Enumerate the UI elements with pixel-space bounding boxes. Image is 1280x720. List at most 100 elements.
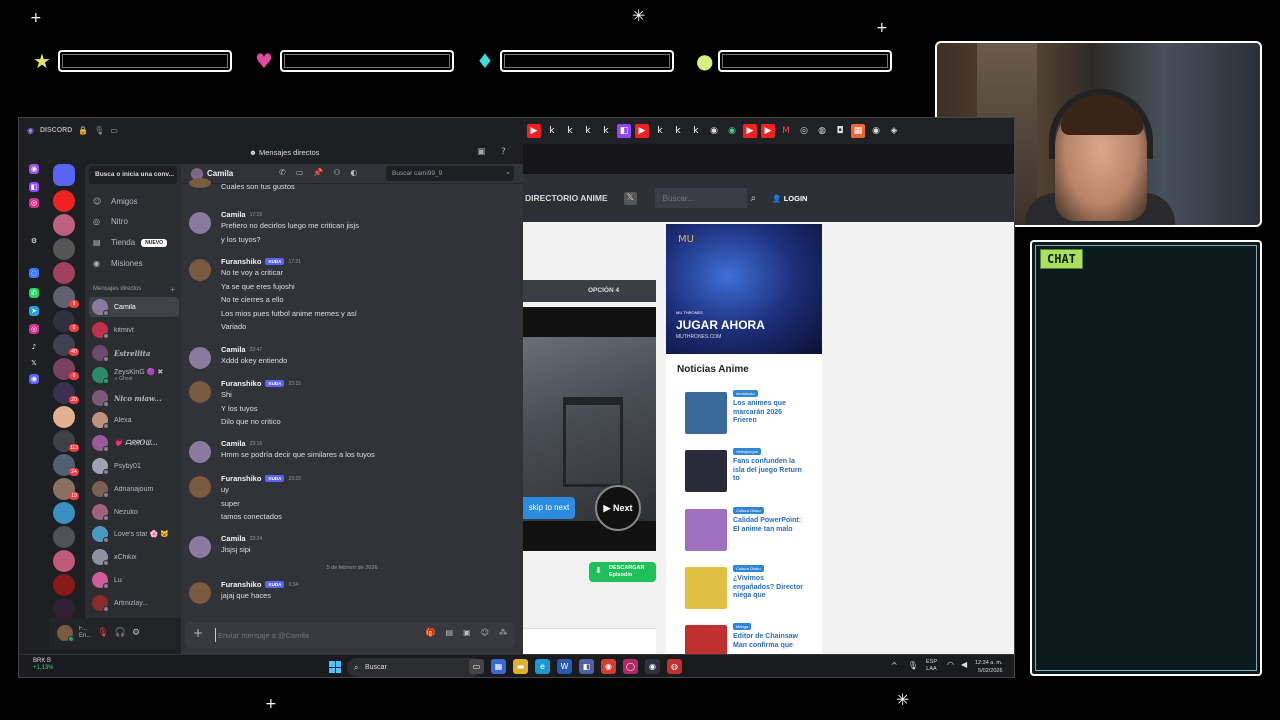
x-social-icon[interactable]: 𝕏 (623, 191, 637, 205)
avatar[interactable] (57, 625, 74, 642)
headphones-icon[interactable]: 🎧 (115, 628, 126, 638)
file-explorer-icon[interactable]: ▬ (513, 659, 528, 674)
taskbar-search[interactable]: ⌕ Buscar (347, 658, 481, 677)
tiktok-icon[interactable]: ♪ (29, 342, 39, 352)
kick-tab-icon[interactable]: k (545, 124, 559, 138)
news-item[interactable]: demoboku Los animes que marcarán 2026 Fr… (680, 387, 810, 437)
mic-icon[interactable]: 🎙 (908, 661, 918, 670)
chat-message[interactable]: Camila 23:24 Jisjsj sipi (189, 534, 519, 560)
server-icon[interactable]: 24 (53, 454, 79, 476)
youtube-tab-icon[interactable]: ▶ (635, 124, 649, 138)
dm-item[interactable]: xChikix (89, 547, 179, 567)
chat-message[interactable]: Furanshiko KUDA 17:21 No te voy a critic… (189, 257, 519, 337)
chevron-up-icon[interactable]: ^ (891, 661, 898, 670)
app-icon[interactable]: ◯ (623, 659, 638, 674)
tab-icon[interactable]: ◎ (797, 124, 811, 138)
obs-icon[interactable]: ◉ (645, 659, 660, 674)
chat-message[interactable]: Furanshiko KUDA 23:15 Shi Y los tuyos Di… (189, 379, 519, 431)
dm-item[interactable]: Estrellita (89, 343, 179, 363)
news-title[interactable]: Los animes que marcarán 2026 Frieren (733, 400, 805, 426)
camera-icon[interactable]: ▭ (110, 126, 118, 135)
message-author[interactable]: Furanshiko (221, 474, 261, 483)
news-title[interactable]: Fans confunden la isla del juego Return … (733, 458, 805, 484)
stock-widget[interactable]: BRK B +1,13% (33, 658, 54, 672)
sidebar-item-tienda[interactable]: ▤ Tienda NUEVO (93, 238, 167, 247)
news-item[interactable]: Videojuegos Fans confunden la isla del j… (680, 445, 810, 495)
server-icon[interactable] (53, 550, 75, 572)
tab-icon[interactable]: ◉ (869, 124, 883, 138)
server-icon[interactable]: 8 (53, 358, 79, 380)
word-icon[interactable]: W (557, 659, 572, 674)
server-icon[interactable] (53, 406, 75, 428)
login-button[interactable]: 👤 LOGIN (772, 194, 807, 203)
message-author[interactable]: Camila (221, 439, 246, 448)
apps-icon[interactable]: ⁂ (499, 628, 507, 637)
game-ad-banner[interactable]: MU MU THRONES JUGAR AHORA MUTHRONES.COM (666, 224, 822, 354)
add-dm-icon[interactable]: + (170, 285, 175, 294)
dm-item[interactable]: Love's star 🌸 🐱 (89, 524, 179, 544)
dm-item[interactable]: Nezuko (89, 502, 179, 522)
gif-icon[interactable]: ▤ (446, 628, 454, 637)
wifi-icon[interactable]: ◠ (947, 660, 954, 669)
sidebar-item-misiones[interactable]: ◉ Misiones (93, 259, 143, 268)
settings-icon[interactable]: ⚙ (29, 236, 39, 246)
dm-item-camila[interactable]: Camila (89, 297, 179, 317)
site-search-input[interactable] (654, 188, 747, 208)
youtube-tab-icon[interactable]: ▶ (761, 124, 775, 138)
server-icon[interactable] (53, 214, 75, 236)
skip-to-next-button[interactable]: skip to next (523, 497, 575, 519)
pin-icon[interactable]: 📌 (313, 168, 323, 177)
youtube-server-icon[interactable] (53, 190, 75, 212)
server-icon[interactable]: 20 (53, 382, 79, 404)
profile-icon[interactable]: ◐ (350, 168, 357, 177)
chrome-icon[interactable]: ◉ (601, 659, 616, 674)
twitch-tab-icon[interactable]: ◧ (617, 124, 631, 138)
youtube-tab-icon[interactable]: ▶ (743, 124, 757, 138)
inbox-icon[interactable]: ▣ (477, 147, 486, 157)
sidebar-item-amigos[interactable]: ☺ Amigos (93, 197, 138, 206)
dm-item[interactable]: Nico miaw... (89, 388, 179, 408)
server-icon[interactable]: 40 (53, 334, 79, 356)
telegram-icon[interactable]: ➤ (29, 306, 39, 316)
news-item[interactable]: Cultura Otaku Calidad PowerPoint: El ani… (680, 504, 810, 554)
dm-item[interactable]: Artmizlay... (89, 593, 179, 613)
help-icon[interactable]: ? (501, 147, 506, 157)
server-icon[interactable] (53, 262, 75, 284)
tab-icon[interactable]: ◉ (725, 124, 739, 138)
next-button[interactable]: ▶ Next (595, 485, 641, 531)
chat-message[interactable]: Camila 22:47 Xddd okey entiendo (189, 345, 519, 371)
kick-tab-icon[interactable]: k (581, 124, 595, 138)
app-icon[interactable]: ◧ (579, 659, 594, 674)
chat-message[interactable]: Camila 17:15 Prefiero no decirlos luego … (189, 210, 519, 250)
store-icon[interactable]: ▦ (491, 659, 506, 674)
twitch-icon[interactable]: ◧ (29, 182, 39, 192)
message-author[interactable]: Camila (221, 534, 246, 543)
discord-icon[interactable]: ◉ (29, 164, 39, 174)
discord-icon[interactable]: ◉ (29, 374, 39, 384)
player-option-tab[interactable]: OPCIÓN 4 (523, 280, 656, 302)
chat-message[interactable]: Camila 23:16 Hmm se podría decir que sim… (189, 439, 519, 465)
news-title[interactable]: Editor de Chainsaw Man confirma que (733, 633, 805, 650)
chat-message[interactable]: Furanshiko KUDA 0:34 jajaj que haces (189, 580, 519, 606)
gmail-tab-icon[interactable]: M (779, 124, 793, 138)
tab-icon[interactable]: ◉ (707, 124, 721, 138)
settings-icon[interactable]: ⚙ (132, 628, 140, 638)
tab-icon[interactable]: ◘ (833, 124, 847, 138)
youtube-tab-icon[interactable]: ▶ (527, 124, 541, 138)
tab-icon[interactable]: ◈ (887, 124, 901, 138)
x-icon[interactable]: 𝕏 (29, 358, 39, 368)
dm-item[interactable]: Psyby01 (89, 456, 179, 476)
tab-icon[interactable]: ◍ (815, 124, 829, 138)
server-icon[interactable] (53, 238, 75, 260)
browser-tab-strip[interactable]: ▶ k k k k ◧ ▶ k k k ◉ ◉ ▶ ▶ M ◎ ◍ ◘ ▦ ◉ … (523, 118, 1014, 144)
mic-icon[interactable]: 🎙 (94, 126, 104, 135)
dm-item[interactable]: ZeysKinG 🟣 ✖ ♫ Ghost (89, 365, 179, 385)
sidebar-item-nitro[interactable]: ◎ Nitro (93, 217, 128, 226)
news-item[interactable]: Manga Editor de Chainsaw Man confirma qu… (680, 620, 810, 654)
server-icon[interactable]: 19 (53, 478, 79, 500)
call-icon[interactable]: ✆ (279, 168, 286, 177)
chat-message[interactable]: Cuales son tus gustos (189, 178, 519, 196)
dm-search-button[interactable]: Busca o inicia una conv... (89, 166, 177, 184)
app-icon[interactable]: ◍ (667, 659, 682, 674)
news-title[interactable]: ¿Vivimos engañados? Director niega que (733, 575, 805, 601)
